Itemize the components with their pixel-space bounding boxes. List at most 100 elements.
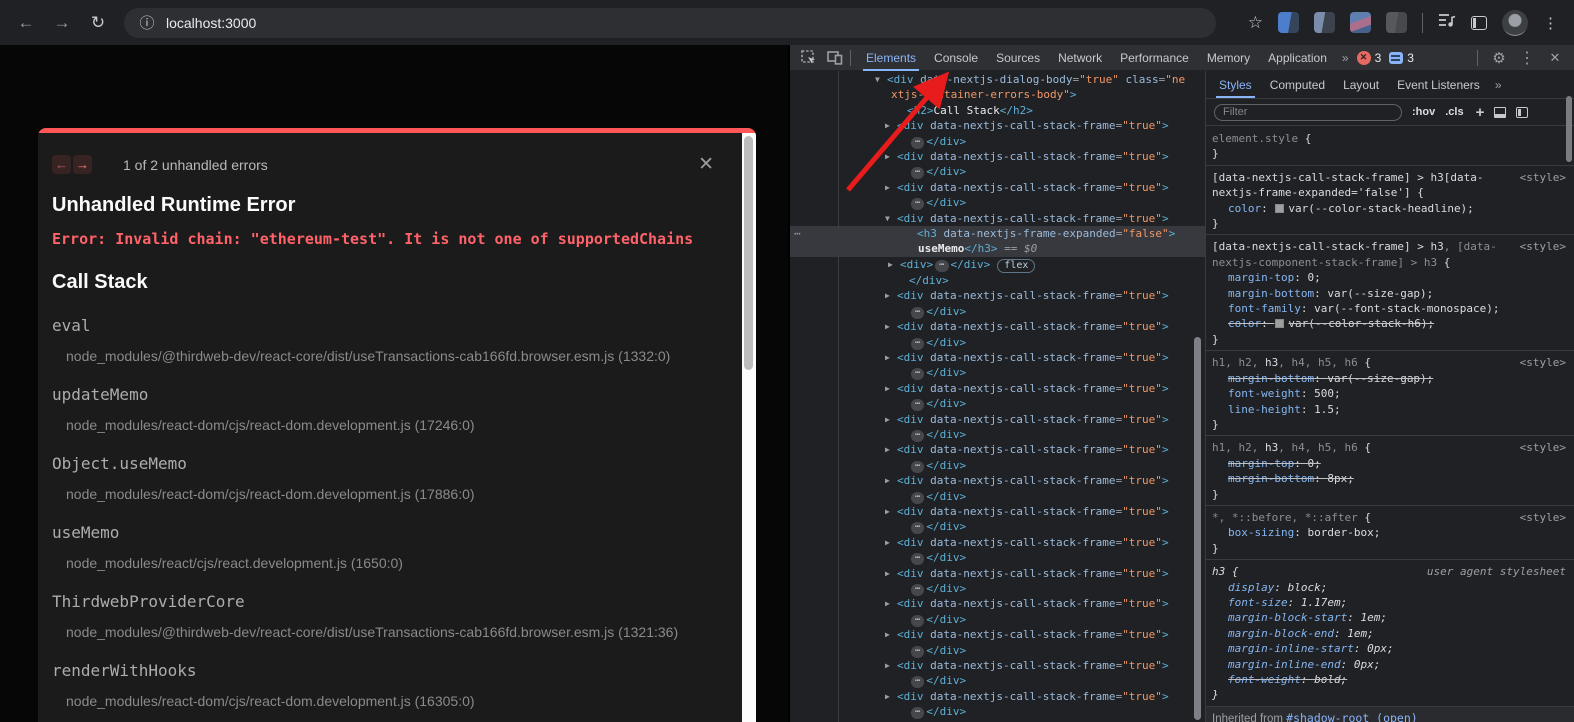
dom-tree-line[interactable]: <h2>Call Stack</h2> — [790, 103, 1205, 118]
dom-tree-line[interactable]: ▶<div data-nextjs-call-stack-frame="true… — [790, 689, 1205, 704]
disclosure-arrow-icon[interactable]: ▼ — [875, 72, 887, 87]
console-message-badge-icon[interactable] — [1389, 52, 1403, 64]
dom-tree-line[interactable]: ▶<div data-nextjs-call-stack-frame="true… — [790, 412, 1205, 427]
dom-tree-line[interactable]: ▶<div data-nextjs-call-stack-frame="true… — [790, 627, 1205, 642]
dom-tree-line[interactable]: <h3 data-nextjs-frame-expanded="false">⋯ — [790, 226, 1205, 241]
dom-tree-line[interactable]: ▶<div data-nextjs-call-stack-frame="true… — [790, 149, 1205, 164]
new-style-rule-icon[interactable]: + — [1476, 104, 1485, 121]
disclosure-arrow-icon[interactable]: ▶ — [885, 149, 897, 164]
dom-tree-line[interactable]: ▶<div data-nextjs-call-stack-frame="true… — [790, 566, 1205, 581]
disclosure-arrow-icon[interactable]: ▶ — [885, 627, 897, 642]
dom-tree-line[interactable]: ⋯</div> — [790, 643, 1205, 658]
disclosure-arrow-icon[interactable]: ▶ — [888, 257, 900, 272]
extension-icon-1[interactable] — [1278, 12, 1299, 33]
color-swatch[interactable] — [1275, 319, 1284, 328]
disclosure-arrow-icon[interactable]: ▶ — [885, 504, 897, 519]
computed-styles-icon[interactable] — [1494, 107, 1506, 118]
dom-tree-line[interactable]: ⋯</div> — [790, 581, 1205, 596]
expand-ellipsis-button[interactable]: ⋯ — [911, 307, 924, 319]
dialog-scrollbar[interactable] — [742, 133, 756, 722]
css-property[interactable]: margin-bottom: var(--size-gap); — [1212, 371, 1568, 386]
sidebar-layout-icon[interactable] — [1516, 107, 1528, 118]
css-property[interactable]: font-weight: bold; — [1212, 672, 1568, 687]
profile-avatar[interactable] — [1502, 10, 1528, 36]
next-error-button[interactable]: → — [73, 155, 92, 174]
rule-origin-link[interactable]: user agent stylesheet — [1427, 564, 1566, 579]
sidebar-tab-event-listeners[interactable]: Event Listeners — [1388, 72, 1489, 98]
dialog-close-icon[interactable]: ✕ — [698, 155, 714, 174]
extension-icon-2[interactable] — [1314, 12, 1335, 33]
stack-frame-name[interactable]: ThirdwebProviderCore — [52, 592, 714, 611]
disclosure-arrow-icon[interactable]: ▶ — [885, 350, 897, 365]
css-property[interactable]: font-family: var(--font-stack-monospace)… — [1212, 301, 1568, 316]
style-rule[interactable]: <style>*, *::before, *::after {box-sizin… — [1206, 506, 1574, 560]
sidebar-more-tabs-icon[interactable]: » — [1489, 78, 1510, 92]
expand-ellipsis-button[interactable]: ⋯ — [935, 260, 948, 272]
toggle-element-state-button[interactable]: :hov — [1412, 106, 1435, 118]
media-controls-icon[interactable] — [1438, 12, 1456, 33]
style-rule[interactable]: <style>[data-nextjs-call-stack-frame] > … — [1206, 235, 1574, 351]
style-rule[interactable]: <style>h1, h2, h3, h4, h5, h6 {margin-to… — [1206, 436, 1574, 506]
bookmark-star-icon[interactable]: ☆ — [1248, 13, 1263, 33]
expand-ellipsis-button[interactable]: ⋯ — [911, 492, 924, 504]
disclosure-arrow-icon[interactable]: ▶ — [885, 288, 897, 303]
dom-tree-line[interactable]: ▶<div data-nextjs-call-stack-frame="true… — [790, 658, 1205, 673]
css-property[interactable]: margin-bottom: 8px; — [1212, 471, 1568, 486]
expand-ellipsis-button[interactable]: ⋯ — [911, 430, 924, 442]
console-error-badge-icon[interactable]: ✕ — [1357, 51, 1371, 65]
disclosure-arrow-icon[interactable]: ▶ — [885, 566, 897, 581]
css-property[interactable]: color: var(--color-stack-h6); — [1212, 316, 1568, 331]
elements-scrollbar-thumb[interactable] — [1194, 337, 1201, 720]
css-property[interactable]: font-weight: 500; — [1212, 386, 1568, 401]
dom-tree-line[interactable]: xtjs-container-errors-body"> — [790, 87, 1205, 102]
css-property[interactable]: margin-bottom: var(--size-gap); — [1212, 286, 1568, 301]
devtools-tab-memory[interactable]: Memory — [1198, 45, 1259, 71]
dom-tree-line[interactable]: </div> — [790, 273, 1205, 288]
sidebar-tab-styles[interactable]: Styles — [1210, 72, 1261, 98]
sidebar-tab-layout[interactable]: Layout — [1334, 72, 1388, 98]
dom-tree-line[interactable]: ⋯</div> — [790, 164, 1205, 179]
expand-ellipsis-button[interactable]: ⋯ — [911, 584, 924, 596]
disclosure-arrow-icon[interactable]: ▶ — [885, 319, 897, 334]
devtools-tab-network[interactable]: Network — [1049, 45, 1111, 71]
flex-badge[interactable]: flex — [997, 259, 1035, 273]
dom-tree-line[interactable]: ⋯</div> — [790, 304, 1205, 319]
expand-ellipsis-button[interactable]: ⋯ — [911, 646, 924, 658]
address-bar[interactable]: ⓘ localhost:3000 — [124, 8, 1216, 38]
dom-tree-line[interactable]: ⋯</div> — [790, 673, 1205, 688]
expand-ellipsis-button[interactable]: ⋯ — [911, 522, 924, 534]
dom-tree-line[interactable]: ▶<div data-nextjs-call-stack-frame="true… — [790, 596, 1205, 611]
rule-origin-link[interactable]: <style> — [1520, 239, 1566, 254]
disclosure-arrow-icon[interactable]: ▼ — [885, 211, 897, 226]
dom-tree-line[interactable]: ⋯</div> — [790, 396, 1205, 411]
stack-frame-name[interactable]: updateMemo — [52, 385, 714, 404]
expand-ellipsis-button[interactable]: ⋯ — [911, 553, 924, 565]
devtools-tab-console[interactable]: Console — [925, 45, 987, 71]
css-property[interactable]: font-size: 1.17em; — [1212, 595, 1568, 610]
disclosure-arrow-icon[interactable]: ▶ — [885, 596, 897, 611]
browser-menu-icon[interactable]: ⋮ — [1543, 14, 1558, 32]
devtools-tab-performance[interactable]: Performance — [1111, 45, 1198, 71]
styles-filter-input[interactable] — [1214, 104, 1402, 121]
disclosure-arrow-icon[interactable]: ▶ — [885, 442, 897, 457]
expand-ellipsis-button[interactable]: ⋯ — [911, 615, 924, 627]
dom-tree-line[interactable]: ▶<div>⋯</div>flex — [790, 257, 1205, 273]
dom-tree-line[interactable]: ▶<div data-nextjs-call-stack-frame="true… — [790, 288, 1205, 303]
dom-tree-line[interactable]: ▶<div data-nextjs-call-stack-frame="true… — [790, 381, 1205, 396]
dom-tree-line[interactable]: ⋯</div> — [790, 365, 1205, 380]
url-text[interactable]: localhost:3000 — [166, 15, 256, 31]
expand-ellipsis-button[interactable]: ⋯ — [911, 338, 924, 350]
devtools-tab-application[interactable]: Application — [1259, 45, 1336, 71]
css-property[interactable]: color: var(--color-stack-headline); — [1212, 201, 1568, 216]
style-rule[interactable]: element.style {} — [1206, 127, 1574, 166]
disclosure-arrow-icon[interactable]: ▶ — [885, 473, 897, 488]
back-icon[interactable]: ← — [12, 9, 40, 37]
console-error-count[interactable]: 3 — [1375, 51, 1382, 65]
extension-icon-3[interactable] — [1350, 12, 1371, 33]
extension-icon-4[interactable] — [1386, 12, 1407, 33]
site-info-icon[interactable]: ⓘ — [138, 14, 156, 32]
dom-tree-line[interactable]: ⋯</div> — [790, 195, 1205, 210]
expand-ellipsis-button[interactable]: ⋯ — [911, 461, 924, 473]
more-actions-icon[interactable]: ⋯ — [794, 226, 802, 241]
disclosure-arrow-icon[interactable]: ▶ — [885, 689, 897, 704]
